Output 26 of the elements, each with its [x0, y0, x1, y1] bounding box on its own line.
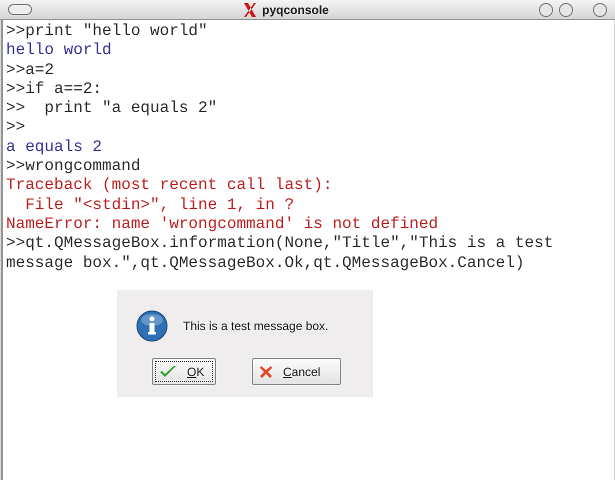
- console-line: message box.",qt.QMessageBox.Ok,qt.QMessageBox.Cancel): [6, 254, 526, 273]
- output-line: hello world: [6, 41, 113, 61]
- console-line: >>wrongcommand: [6, 157, 142, 176]
- close-button[interactable]: [593, 2, 607, 16]
- error-line: Traceback (most recent call last):: [6, 176, 334, 196]
- error-line: File "<stdin>", line 1, in ?: [24, 196, 296, 215]
- info-icon: [136, 310, 168, 342]
- window-menu-button[interactable]: [8, 4, 32, 15]
- console-line: >>if a==2:: [6, 80, 104, 100]
- maximize-button[interactable]: [559, 2, 573, 16]
- error-line: NameError: name 'wrongcommand' is not defined: [6, 214, 440, 234]
- console-line: >>print "hello world": [6, 22, 209, 42]
- minimize-button[interactable]: [539, 2, 553, 16]
- dialog-message: This is a test message box.: [183, 318, 328, 335]
- console-line: >>qt.QMessageBox.information(None,"Title","This is a test: [6, 234, 554, 254]
- console-line: >> print "a equals 2": [6, 99, 218, 118]
- output-line: a equals 2: [6, 138, 104, 158]
- checkmark-icon: [159, 364, 177, 378]
- console-area[interactable]: [1, 20, 614, 480]
- x-logo-icon: [242, 2, 258, 18]
- console-line: >>a=2: [6, 60, 56, 80]
- window-title: pyqconsole: [262, 2, 329, 18]
- console-line: >>: [6, 118, 26, 138]
- cancel-button[interactable]: Cancel: [252, 358, 341, 385]
- ok-button[interactable]: OK: [152, 358, 216, 385]
- cross-icon: [259, 364, 273, 378]
